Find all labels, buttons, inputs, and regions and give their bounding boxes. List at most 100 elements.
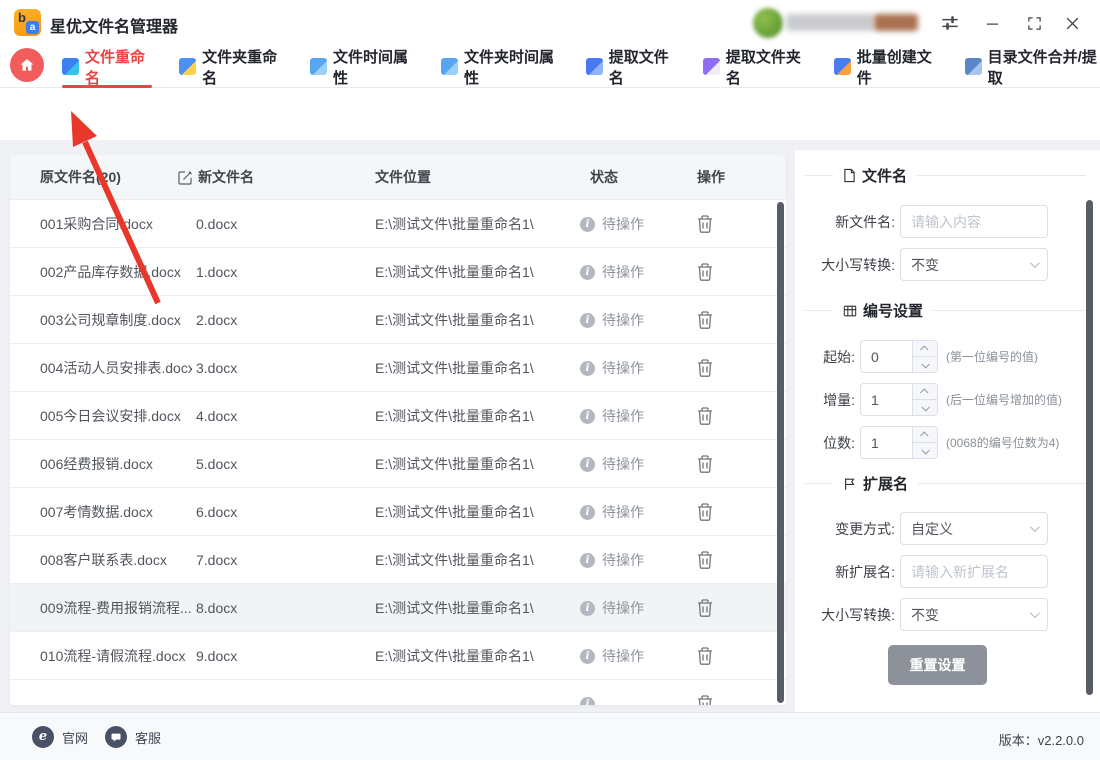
table-row: i	[10, 680, 786, 705]
trash-icon	[698, 551, 712, 569]
tab-file-rename[interactable]: 文件重命名	[62, 45, 153, 88]
table-header: 原文件名(20) 新文件名 文件位置 状态 操作	[10, 155, 786, 200]
increment-button[interactable]	[913, 341, 937, 356]
folder-rename-icon	[179, 58, 197, 75]
home-button[interactable]	[10, 48, 44, 82]
delete-row-button[interactable]	[697, 536, 737, 584]
status-label: 待操作	[602, 552, 644, 568]
trash-icon	[698, 599, 712, 617]
file-rename-icon	[62, 58, 79, 75]
new-extension-input[interactable]	[900, 555, 1048, 588]
increment-button[interactable]	[913, 384, 937, 399]
original-filename: 010流程-请假流程.docx	[40, 648, 186, 664]
tab-batch-create[interactable]: 批量创建文件	[833, 45, 938, 88]
new-extension-row: 新扩展名:	[795, 555, 1100, 588]
delete-row-button[interactable]	[697, 488, 737, 536]
delete-row-button[interactable]	[697, 344, 737, 392]
delete-row-button[interactable]	[697, 584, 737, 632]
user-avatar[interactable]	[753, 8, 783, 38]
flag-icon	[845, 477, 855, 490]
original-filename: 008客户联系表.docx	[40, 552, 167, 568]
status-cell: i 待操作	[580, 632, 690, 680]
status-cell: i 待操作	[580, 488, 690, 536]
status-cell: i 待操作	[580, 440, 690, 488]
info-icon: i	[580, 600, 595, 616]
version-label: 版本：v2.2.0.0	[998, 733, 1084, 748]
file-location: E:\测试文件\批量重命名1\	[375, 600, 534, 616]
table-row: 001采购合同.docx 0.docx E:\测试文件\批量重命名1\ i 待操…	[10, 200, 786, 248]
original-filename	[40, 680, 192, 705]
original-filename: 004活动人员安排表.docx	[40, 360, 192, 376]
original-filename: 003公司规章制度.docx	[40, 312, 181, 328]
delete-row-button[interactable]	[697, 680, 737, 705]
increment-input[interactable]	[861, 384, 912, 415]
browser-e-icon: e	[32, 726, 54, 748]
delete-row-button[interactable]	[697, 632, 737, 680]
tab-merge-extract[interactable]: 目录文件合并/提取	[964, 45, 1100, 88]
customer-service-link[interactable]: 客服	[105, 726, 161, 748]
tab-extract-foldername[interactable]: 提取文件夹名	[702, 45, 807, 88]
header-file-location: 文件位置	[375, 169, 431, 185]
table-scrollbar[interactable]	[777, 202, 784, 703]
status-label: 待操作	[602, 648, 644, 664]
status-label: 待操作	[602, 456, 644, 472]
decrement-button[interactable]	[913, 399, 937, 415]
start-number-input[interactable]	[861, 341, 912, 372]
panel-scrollbar[interactable]	[1086, 200, 1093, 695]
filename-case-select[interactable]: 不变	[900, 248, 1048, 281]
change-mode-select[interactable]: 自定义	[900, 512, 1048, 545]
digits-input[interactable]	[861, 427, 912, 458]
status-cell: i 待操作	[580, 296, 690, 344]
new-filename-input[interactable]	[900, 205, 1048, 238]
tab-label: 文件夹时间属性	[463, 48, 554, 87]
new-filename-row: 新文件名:	[795, 205, 1100, 238]
trash-icon	[698, 695, 712, 705]
home-icon	[20, 59, 34, 71]
delete-row-button[interactable]	[697, 200, 737, 248]
tab-file-time[interactable]: 文件时间属性	[310, 45, 414, 88]
file-location: E:\测试文件\批量重命名1\	[375, 552, 534, 568]
info-icon: i	[580, 312, 595, 328]
tab-folder-time[interactable]: 文件夹时间属性	[440, 45, 559, 88]
info-icon: i	[580, 264, 595, 280]
main-area: 原文件名(20) 新文件名 文件位置 状态 操作 001采购合同.docx 0.…	[0, 140, 1100, 712]
tab-label: 文件夹重命名	[202, 48, 278, 87]
original-filename: 009流程-费用报销流程....	[40, 600, 192, 616]
maximize-button[interactable]	[1022, 12, 1046, 34]
original-filename: 005今日会议安排.docx	[40, 408, 181, 424]
delete-row-button[interactable]	[697, 440, 737, 488]
trash-icon	[698, 407, 712, 425]
extract-filename-icon	[585, 58, 603, 75]
status-label: 待操作	[602, 408, 644, 424]
minimize-button[interactable]	[980, 12, 1004, 34]
status-cell: i 待操作	[580, 392, 690, 440]
file-location: E:\测试文件\批量重命名1\	[375, 312, 534, 328]
decrement-button[interactable]	[913, 356, 937, 372]
delete-row-button[interactable]	[697, 296, 737, 344]
official-website-link[interactable]: e 官网	[32, 726, 88, 748]
extension-case-select[interactable]: 不变	[900, 598, 1048, 631]
file-location: E:\测试文件\批量重命名1\	[375, 456, 534, 472]
table-row: 006经费报销.docx 5.docx E:\测试文件\批量重命名1\ i 待操…	[10, 440, 786, 488]
tab-folder-rename[interactable]: 文件夹重命名	[179, 45, 283, 88]
reset-settings-button[interactable]: 重置设置	[888, 645, 987, 685]
app-logo-icon: b a	[14, 9, 41, 36]
settings-sliders-icon[interactable]	[938, 12, 962, 34]
close-button[interactable]	[1060, 12, 1084, 34]
delete-row-button[interactable]	[697, 248, 737, 296]
file-location	[375, 680, 570, 705]
trash-icon	[698, 263, 712, 281]
new-filename: 6.docx	[196, 504, 238, 520]
status-cell: i 待操作	[580, 248, 690, 296]
chevron-down-icon	[1029, 522, 1040, 533]
tab-extract-filename[interactable]: 提取文件名	[585, 45, 676, 88]
chevron-down-icon	[1029, 608, 1040, 619]
delete-row-button[interactable]	[697, 392, 737, 440]
edit-icon	[178, 171, 192, 185]
increment-button[interactable]	[913, 427, 937, 442]
info-icon: i	[580, 456, 595, 472]
decrement-button[interactable]	[913, 442, 937, 458]
table-row: 010流程-请假流程.docx 9.docx E:\测试文件\批量重命名1\ i…	[10, 632, 786, 680]
tab-bar-container: 文件重命名 文件夹重命名 文件时间属性 文件夹时间属性 提取文件名 提取文件夹名…	[0, 45, 1100, 88]
section-filename: 文件名	[805, 165, 1086, 186]
